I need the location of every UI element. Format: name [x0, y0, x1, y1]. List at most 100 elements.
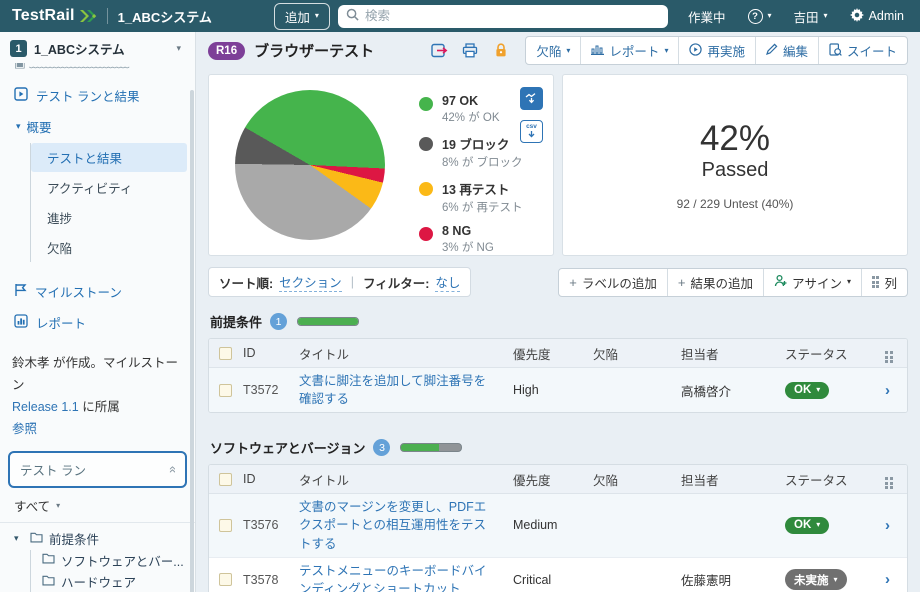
- admin-menu[interactable]: Admin: [850, 8, 904, 25]
- meta-suffix: に所属: [79, 400, 120, 414]
- select-all-checkbox[interactable]: [219, 347, 232, 360]
- test-runs-panel-header[interactable]: テスト ラン »: [8, 451, 187, 488]
- column-header-defect[interactable]: 欠陥: [589, 466, 677, 493]
- download-csv-button[interactable]: csv: [520, 120, 543, 143]
- testrail-logo[interactable]: TestRail: [12, 7, 97, 25]
- chevron-down-icon: ▾: [824, 12, 828, 20]
- column-header-defect[interactable]: 欠陥: [589, 340, 677, 367]
- runs-filter-all[interactable]: すべて ▾: [0, 488, 195, 523]
- collapse-icon[interactable]: »: [164, 466, 179, 473]
- legend-dot: [419, 97, 433, 111]
- print-icon[interactable]: [459, 40, 481, 62]
- chevron-down-icon: ▾: [664, 47, 668, 55]
- sidebar-item-milestones[interactable]: マイルストーン: [0, 276, 195, 307]
- row-open-chevron[interactable]: ›: [881, 378, 907, 403]
- sidebar-item-sub[interactable]: アクティビティ: [31, 173, 187, 202]
- table-row[interactable]: T3572文書に脚注を追加して脚注番号を確認するHigh高橋啓介OK▾›: [209, 368, 907, 412]
- test-title-link[interactable]: 文書のマージンを変更し、PDFエクスポートとの相互運用性をテストする: [299, 498, 505, 552]
- add-button[interactable]: 追加 ▾: [274, 3, 330, 30]
- column-header-assignee[interactable]: 担当者: [677, 466, 781, 493]
- status-label: 未実施: [794, 572, 829, 588]
- sidebar-item-selected[interactable]: テストと結果: [31, 143, 187, 172]
- column-header-id[interactable]: ID: [239, 468, 295, 490]
- report-button[interactable]: レポート ▾: [581, 37, 679, 64]
- column-header-assignee[interactable]: 担当者: [677, 340, 781, 367]
- column-header-title[interactable]: タイトル: [295, 466, 509, 493]
- header-project-name[interactable]: 1_ABCシステム: [118, 7, 212, 26]
- sort-filter-bar: ソート順: セクション | フィルター: なし: [208, 267, 471, 297]
- chevron-down-icon: ▾: [816, 521, 820, 529]
- row-checkbox[interactable]: [219, 573, 232, 586]
- logo-text: TestRail: [12, 7, 75, 25]
- working-status[interactable]: 作業中: [688, 7, 726, 26]
- help-menu[interactable]: ? ▾: [748, 9, 772, 24]
- sidebar-project-selector[interactable]: 1 1_ABCシステム ▾: [0, 32, 195, 63]
- milestone-link[interactable]: Release 1.1: [12, 400, 79, 414]
- tree-item[interactable]: ▾前提条件: [0, 528, 195, 550]
- plus-icon: +: [569, 276, 577, 289]
- row-open-chevron[interactable]: ›: [881, 513, 907, 538]
- defects-button[interactable]: 欠陥 ▾: [526, 37, 581, 64]
- table-row[interactable]: T3578テストメニューのキーボードバインディングとショートカットCritica…: [209, 558, 907, 592]
- row-open-chevron[interactable]: ›: [881, 567, 907, 592]
- sidebar-item-runs-results[interactable]: テスト ランと結果: [0, 80, 195, 111]
- tree-item-label: ソフトウェアとバー...: [61, 551, 184, 570]
- edit-button[interactable]: 編集: [756, 37, 819, 64]
- table-columns-icon[interactable]: [881, 339, 907, 367]
- sidebar-item-reports[interactable]: レポート: [0, 307, 195, 338]
- mini-chart-icon: [591, 44, 604, 58]
- column-header-priority[interactable]: 優先度: [509, 340, 589, 367]
- column-header-id[interactable]: ID: [239, 342, 295, 364]
- status-badge[interactable]: OK▾: [785, 382, 829, 399]
- test-title-link[interactable]: 文書に脚注を追加して脚注番号を確認する: [299, 372, 505, 408]
- chevron-down-icon: ▾: [816, 386, 820, 394]
- row-checkbox[interactable]: [219, 384, 232, 397]
- download-chart-button[interactable]: [520, 87, 543, 110]
- user-menu[interactable]: 吉田 ▾: [794, 7, 828, 26]
- tree-item[interactable]: ソフトウェアとバー...: [0, 550, 195, 572]
- top-header: TestRail 1_ABCシステム 追加 ▾ 作業中 ? ▾ 吉田 ▾ Adm…: [0, 0, 920, 32]
- filter-value-link[interactable]: なし: [435, 272, 460, 292]
- tree-caret-icon[interactable]: ▾: [14, 533, 24, 544]
- sidebar-item-label: マイルストーン: [35, 282, 122, 301]
- add-result-button[interactable]: + 結果の追加: [668, 269, 764, 296]
- add-result-text: 結果の追加: [690, 273, 753, 292]
- select-all-checkbox[interactable]: [219, 473, 232, 486]
- status-badge[interactable]: OK ▾: [785, 517, 829, 534]
- page-title: ブラウザーテスト: [254, 40, 419, 61]
- rerun-button[interactable]: 再実施: [679, 37, 756, 64]
- sidebar-scrollbar[interactable]: [190, 90, 194, 592]
- search-box[interactable]: [338, 5, 668, 28]
- row-checkbox[interactable]: [219, 519, 232, 532]
- columns-button[interactable]: 列: [862, 269, 907, 296]
- column-header-title[interactable]: タイトル: [295, 340, 509, 367]
- sidebar-item-sub[interactable]: 進捗: [31, 203, 187, 232]
- sidebar-item-sub[interactable]: 欠陥: [31, 233, 187, 262]
- export-icon[interactable]: [428, 40, 450, 62]
- tree-item[interactable]: ハードウェア: [0, 571, 195, 592]
- lock-icon[interactable]: [490, 40, 512, 62]
- search-input[interactable]: [365, 9, 660, 23]
- column-header-status[interactable]: ステータス: [781, 466, 881, 493]
- column-header-status[interactable]: ステータス: [781, 340, 881, 367]
- suite-button[interactable]: スイート: [819, 37, 907, 64]
- table-row[interactable]: T3576文書のマージンを変更し、PDFエクスポートとの相互運用性をテストするM…: [209, 494, 907, 557]
- sidebar-item-overview[interactable]: ▾ 概要: [0, 111, 195, 142]
- test-title-link[interactable]: テストメニューのキーボードバインディングとショートカット: [299, 562, 505, 592]
- add-label-button[interactable]: + ラベルの追加: [559, 269, 668, 296]
- legend-text: 8 NG3% が NG: [442, 224, 494, 255]
- table-columns-icon[interactable]: [881, 465, 907, 493]
- folder-icon: [42, 553, 55, 567]
- folder-icon: [42, 575, 55, 589]
- priority-value: Critical: [509, 569, 589, 591]
- status-pie-chart[interactable]: [235, 90, 385, 240]
- status-label: OK: [794, 519, 811, 531]
- column-header-priority[interactable]: 優先度: [509, 466, 589, 493]
- reference-link[interactable]: 参照: [12, 422, 37, 436]
- sort-value-link[interactable]: セクション: [279, 272, 342, 292]
- status-badge[interactable]: 未実施▾: [785, 569, 847, 590]
- table-header-row: IDタイトル優先度欠陥担当者ステータス: [209, 339, 907, 368]
- test-runs-panel-title: テスト ラン: [20, 460, 168, 479]
- run-id-badge: R16: [208, 42, 245, 60]
- assign-button[interactable]: アサイン ▾: [764, 269, 862, 296]
